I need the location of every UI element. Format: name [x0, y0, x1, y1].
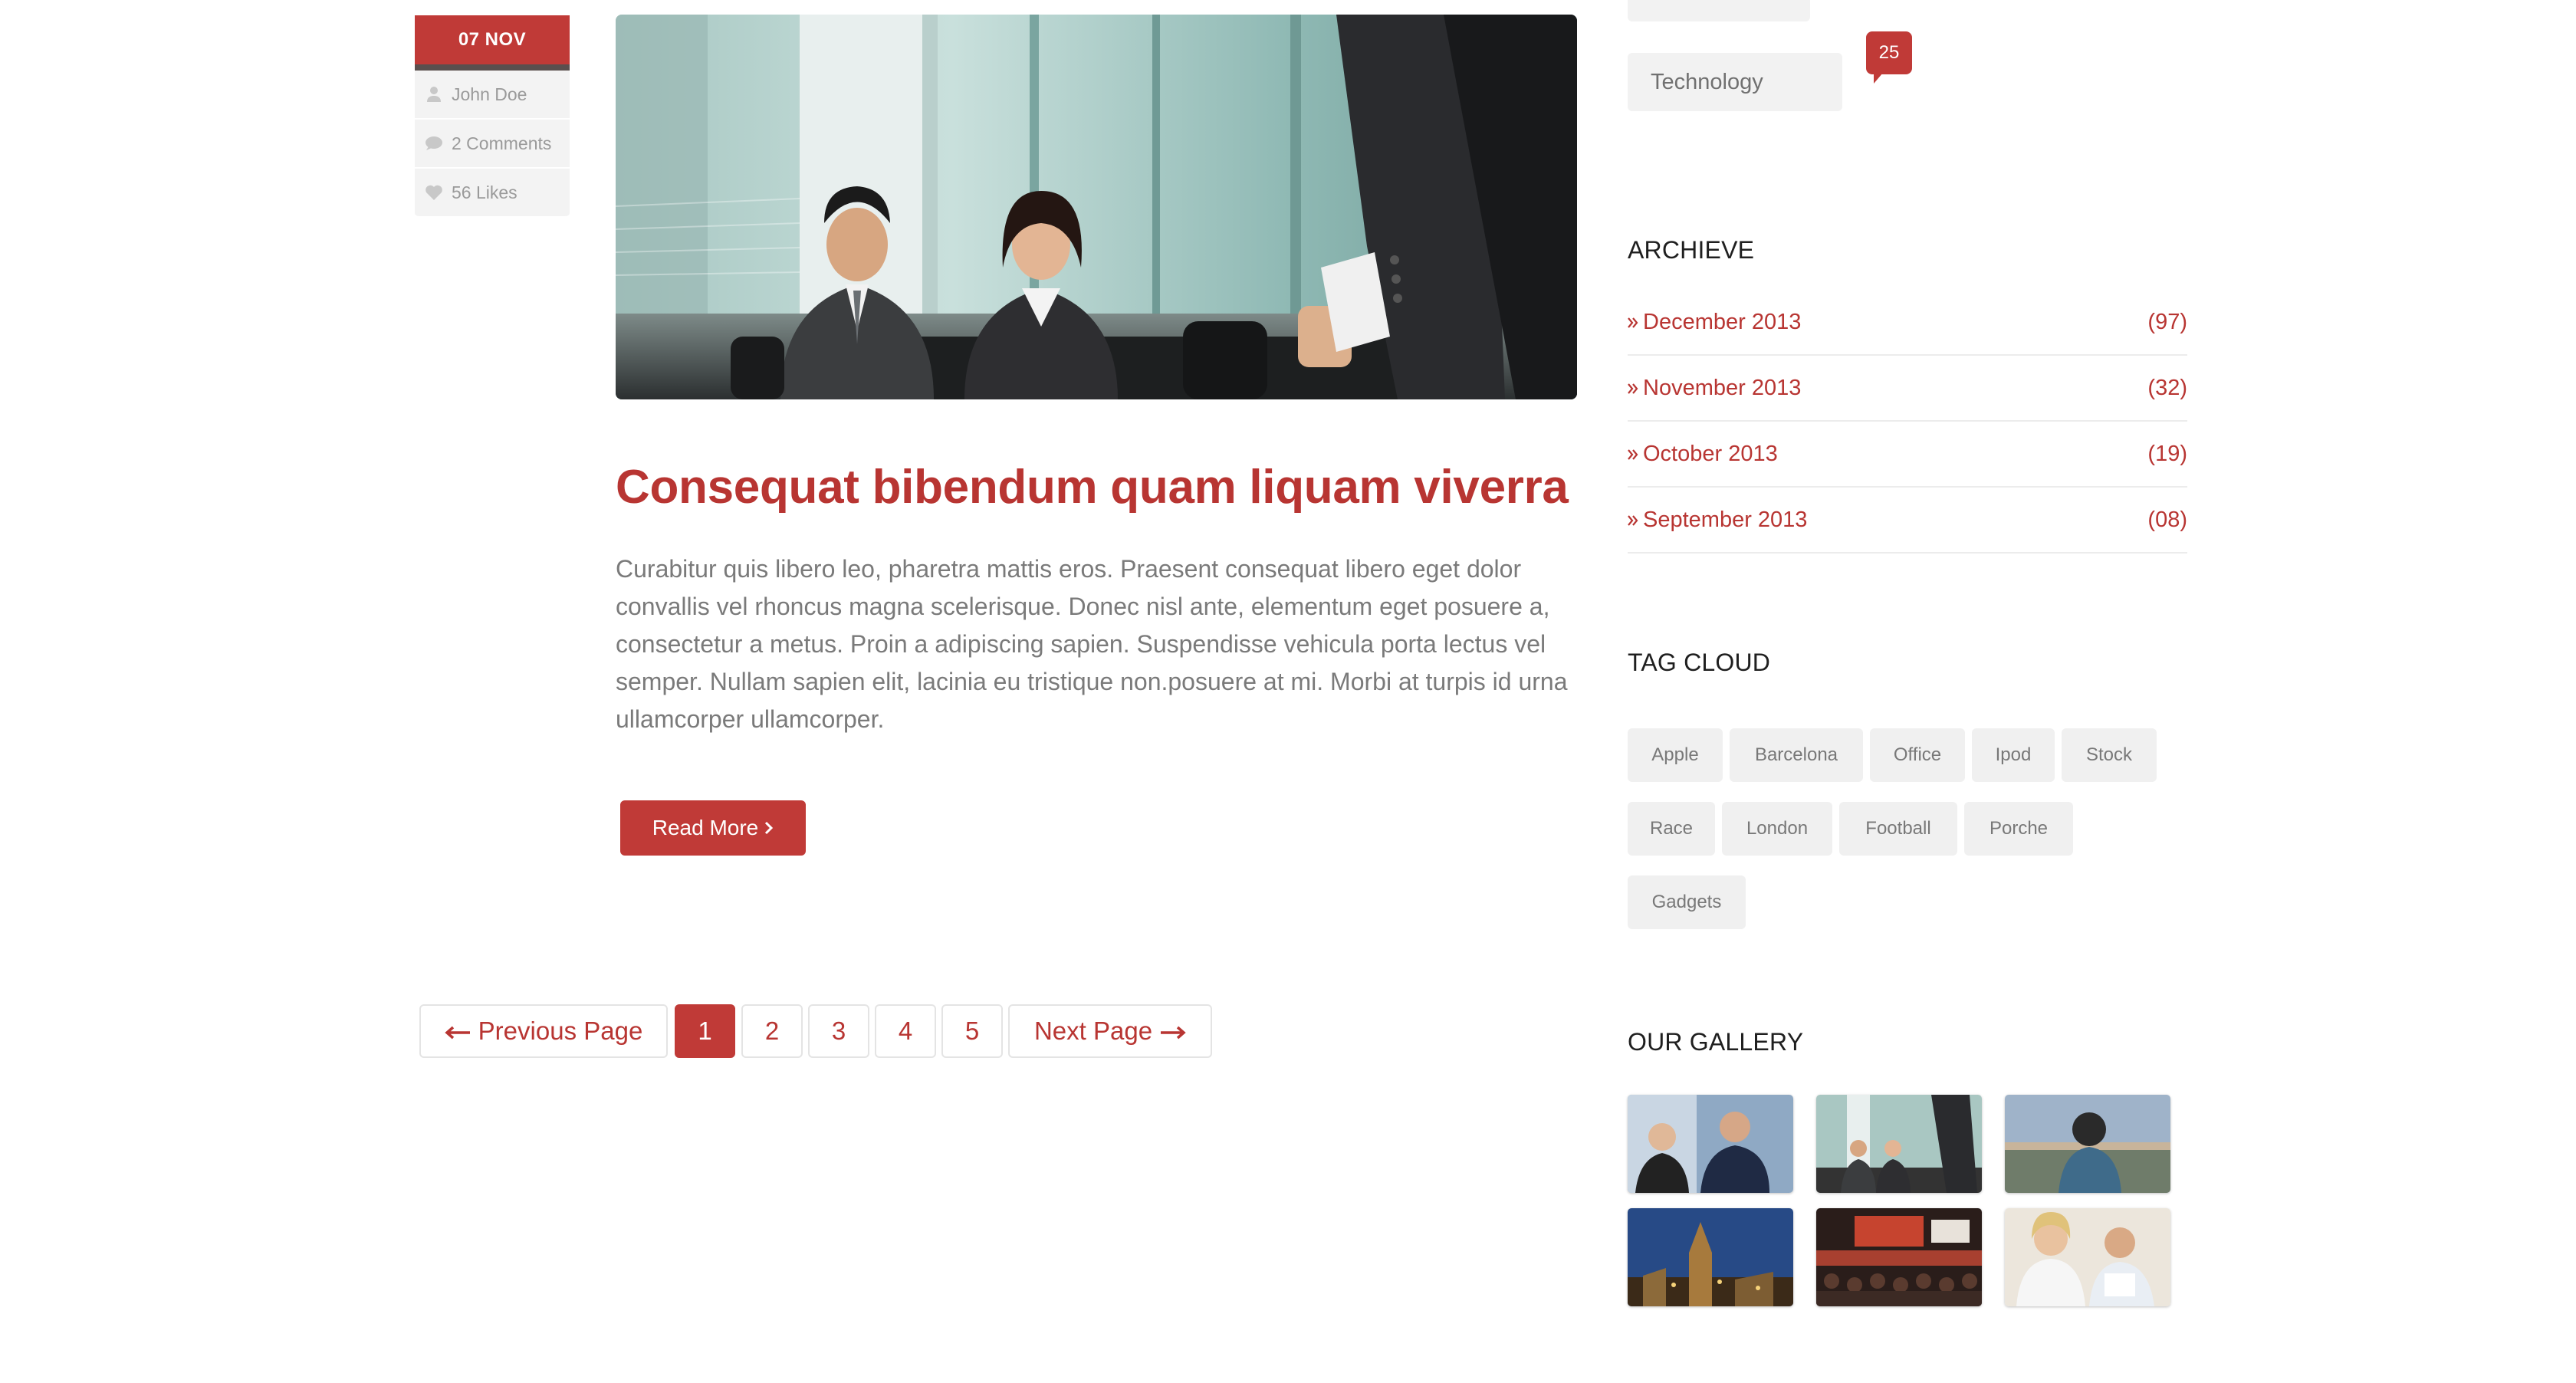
tag-gadgets[interactable]: Gadgets — [1628, 875, 1746, 929]
archive-item-count: (32) — [2147, 375, 2187, 400]
tag-office[interactable]: Office — [1870, 728, 1965, 782]
likes-row[interactable]: 56 Likes — [415, 169, 570, 218]
archive-item-label: December 2013 — [1643, 309, 1802, 334]
double-chevron-right-icon — [1628, 442, 1638, 467]
user-icon — [424, 84, 444, 104]
chevron-right-icon — [764, 816, 774, 840]
tag-porche[interactable]: Porche — [1964, 802, 2073, 856]
read-more-label: Read More — [652, 816, 759, 839]
previous-page-label: Previous Page — [478, 1017, 643, 1045]
gallery-thumbnail[interactable] — [1816, 1208, 1982, 1306]
tag-race[interactable]: Race — [1628, 802, 1715, 856]
archive-heading: ARCHIEVE — [1628, 236, 1755, 264]
date-divider — [415, 64, 570, 71]
previous-page-button[interactable]: Previous Page — [419, 1004, 668, 1058]
category-count-badge: 25 — [1866, 31, 1912, 84]
page-1-button[interactable]: 1 — [675, 1004, 735, 1058]
post-date: 07 NOV — [415, 15, 570, 64]
tag-london[interactable]: London — [1722, 802, 1832, 856]
archive-list: December 2013 (97) November 2013 (32) Oc… — [1628, 290, 2187, 554]
page-5-button[interactable]: 5 — [941, 1004, 1003, 1058]
author-row[interactable]: John Doe — [415, 71, 570, 120]
archive-item-label: September 2013 — [1643, 507, 1808, 532]
arrow-right-icon — [1160, 1017, 1186, 1046]
page-4-button[interactable]: 4 — [875, 1004, 936, 1058]
category-item-partial[interactable] — [1628, 0, 1810, 21]
post-image[interactable] — [616, 15, 1577, 399]
page-3-button[interactable]: 3 — [808, 1004, 869, 1058]
gallery-thumbnail[interactable] — [1816, 1095, 1982, 1193]
double-chevron-right-icon — [1628, 508, 1638, 533]
category-item-technology[interactable]: Technology — [1628, 53, 1842, 111]
archive-item[interactable]: November 2013 (32) — [1628, 356, 2187, 422]
gallery-heading: OUR GALLERY — [1628, 1028, 1804, 1056]
tag-cloud-heading: TAG CLOUD — [1628, 649, 1771, 676]
tag-apple[interactable]: Apple — [1628, 728, 1723, 782]
tag-stock[interactable]: Stock — [2062, 728, 2157, 782]
gallery-thumbnail[interactable] — [2005, 1208, 2170, 1306]
gallery-thumbnail[interactable] — [2005, 1095, 2170, 1193]
read-more-button[interactable]: Read More — [620, 800, 806, 856]
gallery-thumbnail[interactable] — [1628, 1095, 1793, 1193]
archive-item-count: (97) — [2147, 309, 2187, 334]
double-chevron-right-icon — [1628, 310, 1638, 335]
post-excerpt: Curabitur quis libero leo, pharetra matt… — [616, 555, 1568, 733]
archive-item[interactable]: October 2013 (19) — [1628, 422, 2187, 488]
post-title[interactable]: Consequat bibendum quam liquam viverra — [616, 460, 1569, 514]
archive-item[interactable]: December 2013 (97) — [1628, 290, 2187, 356]
tag-football[interactable]: Football — [1839, 802, 1957, 856]
next-page-label: Next Page — [1033, 1017, 1153, 1045]
category-label: Technology — [1651, 69, 1763, 94]
post-meta: 07 NOV John Doe 2 Comments 56 Likes — [415, 15, 570, 218]
tag-barcelona[interactable]: Barcelona — [1730, 728, 1863, 782]
tag-ipod[interactable]: Ipod — [1972, 728, 2055, 782]
page-2-button[interactable]: 2 — [741, 1004, 803, 1058]
blog-page: 07 NOV John Doe 2 Comments 56 Likes Cons… — [0, 0, 2576, 1383]
arrow-left-icon — [445, 1017, 471, 1046]
archive-item-count: (08) — [2147, 507, 2187, 532]
comments-row[interactable]: 2 Comments — [415, 120, 570, 169]
comments-count: 2 Comments — [452, 133, 552, 153]
archive-item-label: October 2013 — [1643, 441, 1778, 466]
gallery-thumbnail[interactable] — [1628, 1208, 1793, 1306]
archive-item-count: (19) — [2147, 441, 2187, 466]
next-page-button[interactable]: Next Page — [1008, 1004, 1212, 1058]
likes-count: 56 Likes — [452, 182, 518, 202]
archive-item[interactable]: September 2013 (08) — [1628, 488, 2187, 554]
author-name: John Doe — [452, 84, 527, 104]
double-chevron-right-icon — [1628, 376, 1638, 401]
heart-icon — [424, 182, 444, 202]
comment-icon — [424, 133, 444, 153]
archive-item-label: November 2013 — [1643, 375, 1802, 400]
